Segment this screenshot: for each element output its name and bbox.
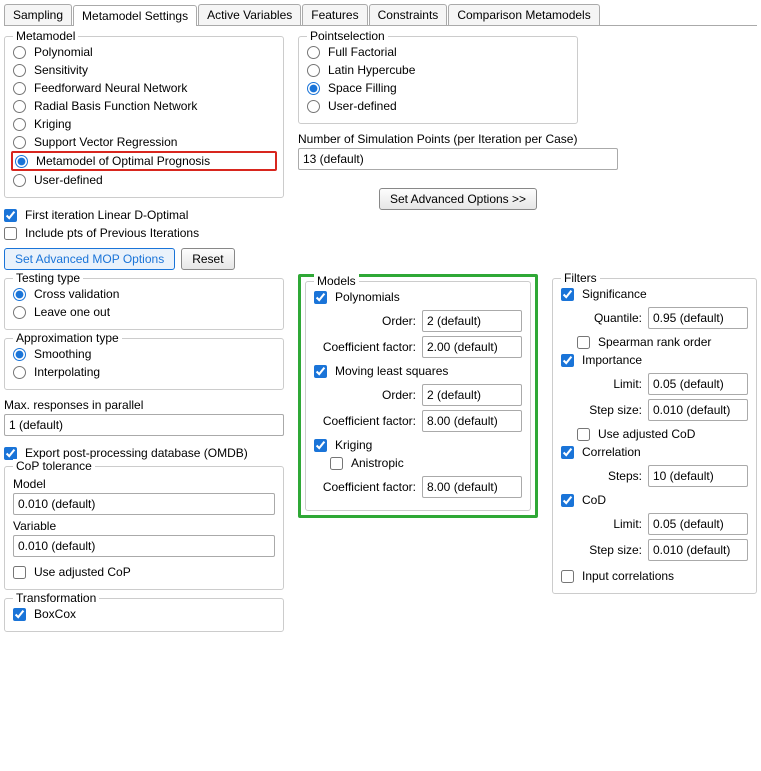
metamodel-feedforward[interactable]: Feedforward Neural Network	[13, 79, 275, 97]
approx-interpolating[interactable]: Interpolating	[13, 363, 275, 381]
filters-group: Filters Significance Quantile: Spearman …	[552, 278, 757, 594]
metamodel-group: Metamodel Polynomial Sensitivity Feedfor…	[4, 36, 284, 198]
mls-order-input[interactable]	[422, 384, 522, 406]
metamodel-polynomial[interactable]: Polynomial	[13, 43, 275, 61]
include-pts-check[interactable]: Include pts of Previous Iterations	[4, 224, 284, 242]
spearman-check[interactable]: Spearman rank order	[577, 333, 748, 351]
filter-correlation-check[interactable]: Correlation	[561, 443, 748, 461]
testing-leave-one-out[interactable]: Leave one out	[13, 303, 275, 321]
metamodel-legend: Metamodel	[13, 29, 78, 43]
tab-metamodel-settings[interactable]: Metamodel Settings	[73, 5, 197, 26]
cop-variable-input[interactable]	[13, 535, 275, 557]
metamodel-rbf[interactable]: Radial Basis Function Network	[13, 97, 275, 115]
tab-bar: Sampling Metamodel Settings Active Varia…	[4, 4, 757, 26]
set-advanced-mop-button[interactable]: Set Advanced MOP Options	[4, 248, 175, 270]
models-kriging-check[interactable]: Kriging	[314, 436, 522, 454]
cod-step-input[interactable]	[648, 539, 748, 561]
boxcox-check[interactable]: BoxCox	[13, 605, 275, 623]
tab-constraints[interactable]: Constraints	[369, 4, 448, 25]
testing-cross-validation[interactable]: Cross validation	[13, 285, 275, 303]
reset-button[interactable]: Reset	[181, 248, 234, 270]
cop-variable-label: Variable	[13, 519, 275, 533]
testing-type-group: Testing type Cross validation Leave one …	[4, 278, 284, 330]
sig-quantile-input[interactable]	[648, 307, 748, 329]
tab-features[interactable]: Features	[302, 4, 367, 25]
ps-user-defined[interactable]: User-defined	[307, 97, 569, 115]
filter-importance-check[interactable]: Importance	[561, 351, 748, 369]
corr-steps-input[interactable]	[648, 465, 748, 487]
num-sim-points-input[interactable]	[298, 148, 618, 170]
approx-smoothing[interactable]: Smoothing	[13, 345, 275, 363]
cop-model-input[interactable]	[13, 493, 275, 515]
metamodel-mop[interactable]: Metamodel of Optimal Prognosis	[11, 151, 277, 171]
filter-significance-check[interactable]: Significance	[561, 285, 748, 303]
models-group: Models Polynomials Order: Coefficient fa…	[305, 281, 531, 511]
ps-latin-hypercube[interactable]: Latin Hypercube	[307, 61, 569, 79]
max-responses-label: Max. responses in parallel	[4, 398, 284, 412]
tab-active-variables[interactable]: Active Variables	[198, 4, 301, 25]
filter-cod-check[interactable]: CoD	[561, 491, 748, 509]
ps-full-factorial[interactable]: Full Factorial	[307, 43, 569, 61]
pointselection-group: Pointselection Full Factorial Latin Hype…	[298, 36, 578, 124]
max-responses-input[interactable]	[4, 414, 284, 436]
approximation-type-group: Approximation type Smoothing Interpolati…	[4, 338, 284, 390]
transformation-group: Transformation BoxCox	[4, 598, 284, 632]
metamodel-userdefined[interactable]: User-defined	[13, 171, 275, 189]
tab-comparison-metamodels[interactable]: Comparison Metamodels	[448, 4, 599, 25]
pointselection-legend: Pointselection	[307, 29, 388, 43]
metamodel-svr[interactable]: Support Vector Regression	[13, 133, 275, 151]
kriging-coef-input[interactable]	[422, 476, 522, 498]
mls-coef-input[interactable]	[422, 410, 522, 432]
poly-coef-input[interactable]	[422, 336, 522, 358]
ps-space-filling[interactable]: Space Filling	[307, 79, 569, 97]
metamodel-sensitivity[interactable]: Sensitivity	[13, 61, 275, 79]
metamodel-kriging[interactable]: Kriging	[13, 115, 275, 133]
first-iteration-check[interactable]: First iteration Linear D-Optimal	[4, 206, 284, 224]
tab-sampling[interactable]: Sampling	[4, 4, 72, 25]
cop-tolerance-group: CoP tolerance Model Variable Use adjuste…	[4, 466, 284, 590]
cop-model-label: Model	[13, 477, 275, 491]
poly-order-input[interactable]	[422, 310, 522, 332]
kriging-anistropic-check[interactable]: Anistropic	[330, 454, 522, 472]
models-mls-check[interactable]: Moving least squares	[314, 362, 522, 380]
imp-limit-input[interactable]	[648, 373, 748, 395]
input-correlations-check[interactable]: Input correlations	[561, 567, 748, 585]
use-adjusted-cod-check[interactable]: Use adjusted CoD	[577, 425, 748, 443]
imp-step-input[interactable]	[648, 399, 748, 421]
use-adjusted-cop-check[interactable]: Use adjusted CoP	[13, 563, 275, 581]
set-advanced-options-button[interactable]: Set Advanced Options >>	[379, 188, 537, 210]
num-sim-points-label: Number of Simulation Points (per Iterati…	[298, 132, 618, 146]
models-polynomials-check[interactable]: Polynomials	[314, 288, 522, 306]
cod-limit-input[interactable]	[648, 513, 748, 535]
